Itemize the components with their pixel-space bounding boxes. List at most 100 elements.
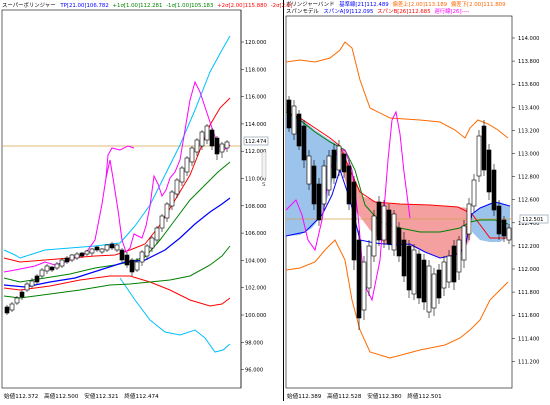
right-header-lower: 偏差下[2.00]111.809 [451, 0, 506, 8]
right-plot-area [285, 41, 512, 359]
right-candle-body [341, 153, 347, 173]
right-axis-label: 111.800 [518, 290, 539, 296]
left-candle-body [209, 129, 215, 147]
right-header-basis: 基準線[21]112.489 [339, 0, 389, 8]
right-candle-body [356, 239, 362, 319]
left-candle-body [74, 253, 80, 259]
left-candle-body [9, 303, 15, 311]
left-candle-body [89, 248, 95, 254]
left-header-minus1: -1σ[1.00]105.183 [166, 3, 213, 9]
right-candle-body [351, 181, 357, 261]
left-candle-body [79, 252, 85, 257]
left-axis-label: 118.000 [245, 67, 266, 73]
right-candle-body [381, 205, 387, 241]
right-candle-body [371, 215, 377, 257]
right-candle-body [311, 165, 317, 205]
left-candle-body [99, 248, 105, 253]
right-candle-body [436, 269, 442, 299]
left-candle-body [164, 203, 170, 219]
left-candle-body [19, 291, 25, 298]
right-candle-body [421, 259, 427, 303]
left-candle-body [49, 266, 55, 271]
left-candle-body [214, 137, 220, 155]
right-axis-label: 111.400 [518, 336, 539, 342]
left-axis-label: 96.000 [245, 368, 263, 374]
right-candle-body [296, 113, 302, 147]
right-price-axis: 114.000 113.800 113.600 113.400 113.200 113.0… [512, 36, 539, 365]
left-candle-body [194, 139, 200, 153]
left-candle-body [184, 157, 190, 173]
left-candle-body [94, 246, 100, 251]
left-candle-body [59, 259, 65, 267]
right-axis-label: 111.600 [518, 313, 539, 319]
right-axis-label: 112.000 [518, 267, 539, 273]
right-candle-body [491, 169, 497, 211]
left-axis-label: 104.000 [245, 258, 266, 264]
right-axis-label: 113.000 [518, 152, 539, 158]
left-header-plus1: +1σ[1.00]112.281 [113, 3, 163, 9]
left-chart-panel: スーパーボリンジャー TP[21.00]106.782 +1σ[1.00]112… [0, 0, 292, 401]
left-candle-body [24, 283, 30, 291]
left-candle-body [159, 215, 165, 229]
right-candle-body [391, 213, 397, 251]
right-footer-open: 始値112.389 [287, 392, 322, 400]
left-candle-body [69, 254, 75, 261]
left-candle-body [104, 244, 110, 251]
right-candle-body [326, 155, 332, 191]
left-axis-label: 120.000 [245, 40, 266, 46]
left-candle-body [199, 131, 205, 147]
right-header-bb-title: ボリンジャーバンド [286, 0, 334, 8]
left-candle-body [134, 261, 140, 271]
left-axis-label: 100.000 [245, 313, 266, 319]
left-footer-close: 終値112.474 [124, 392, 159, 400]
right-candle-body [286, 99, 292, 129]
right-candle-body [291, 105, 297, 135]
right-footer-low: 安値112.380 [367, 392, 402, 400]
right-axis-label: 113.400 [518, 105, 539, 111]
right-candle-body [396, 227, 402, 257]
right-current-price: 112.501 [522, 217, 543, 223]
right-candle-body [346, 165, 352, 205]
left-axis-scroll-handle[interactable] [261, 151, 267, 179]
left-candle-body [174, 179, 180, 195]
right-candle-body [441, 261, 447, 289]
left-axis-label: 102.000 [245, 286, 266, 292]
left-header-plus2: +2σ[2.00]115.880 [217, 3, 267, 9]
left-axis-label: 108.000 [245, 204, 266, 210]
left-candle-body [64, 257, 70, 263]
right-axis-label: 112.600 [518, 198, 539, 204]
right-header-line1: ボリンジャーバンド 基準線[21]112.489 偏差上[2.00]113.18… [286, 0, 506, 8]
right-bb-upper [285, 41, 509, 139]
left-candle-body [149, 237, 155, 249]
right-axis-label: 112.200 [518, 244, 539, 250]
right-candle-body [411, 249, 417, 295]
right-footer-high: 高値112.528 [327, 392, 362, 400]
right-header-span-a: スパンA[9]112.095 [323, 8, 373, 15]
left-axis-label: 106.000 [245, 231, 266, 237]
left-candle-body [179, 167, 185, 183]
left-header-tp: TP[21.00]106.782 [59, 3, 108, 9]
right-candle-body [496, 205, 502, 235]
right-bb-lower [285, 239, 509, 359]
right-candle-body [481, 125, 487, 171]
left-candle-body [219, 143, 225, 153]
left-footer-high: 高値112.500 [44, 392, 79, 400]
right-candle-body [506, 227, 512, 241]
left-candle-body [144, 245, 150, 257]
right-chart-panel: ボリンジャーバンド 基準線[21]112.489 偏差上[2.00]113.18… [285, 0, 549, 400]
right-footer: 始値112.389 高値112.528 安値112.380 終値112.501 [287, 392, 442, 400]
left-candle-body [224, 141, 230, 149]
chart-screen: スーパーボリンジャー TP[21.00]106.782 +1σ[1.00]112… [0, 0, 550, 401]
right-header-line2: スパンモデル スパンA[9]112.095 スパンB[26]112.685 遅行… [286, 7, 469, 15]
left-header-title: スーパーボリンジャー [2, 1, 56, 9]
right-candle-body [426, 265, 432, 313]
right-header-lagging: 遅行線[26]---- [434, 7, 469, 15]
left-header: スーパーボリンジャー TP[21.00]106.782 +1σ[1.00]112… [2, 1, 292, 9]
right-axis-label: 113.600 [518, 82, 539, 88]
left-candle-body [189, 147, 195, 163]
left-candle-body [29, 280, 35, 287]
right-header-span-title: スパンモデル [286, 7, 319, 15]
right-candle-body [461, 225, 467, 261]
left-footer-open: 始値112.372 [4, 392, 38, 400]
left-candle-body [124, 254, 130, 266]
